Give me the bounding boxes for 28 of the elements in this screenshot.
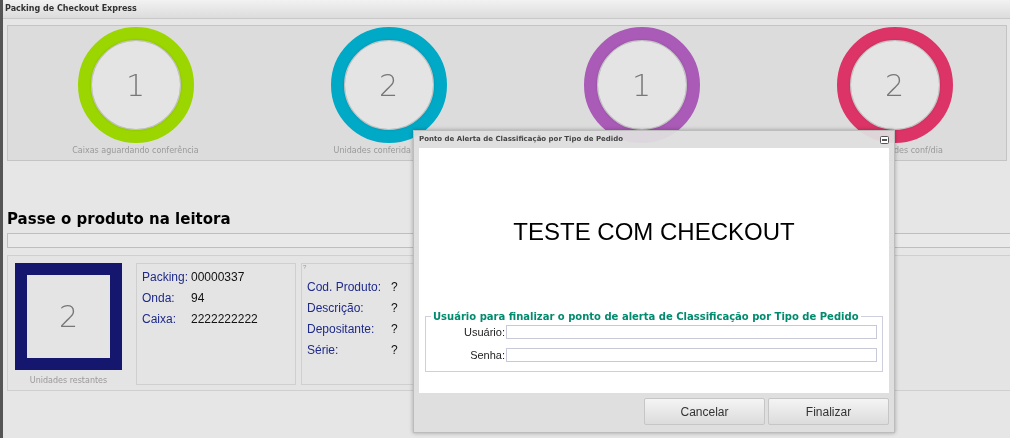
gauge-label: Caixas aguardando conferência	[72, 145, 199, 157]
info-label: Série:	[307, 342, 340, 359]
gauge-value: 2	[884, 66, 905, 105]
info-value: 2222222222	[191, 311, 258, 328]
info-value: ?	[391, 321, 398, 338]
field-label: Usuário:	[463, 325, 506, 340]
info-label: Onda:	[142, 290, 176, 307]
field-label: Senha:	[469, 347, 506, 363]
info-label: Packing:	[142, 269, 190, 286]
gauge-value: 1	[125, 66, 146, 105]
remaining-units-label: Unidades restantes	[29, 375, 108, 387]
info-value: ?	[391, 279, 398, 296]
info-value: 00000337	[191, 269, 245, 286]
window-title: Packing de Checkout Express	[5, 3, 137, 15]
scan-heading: Passe o produto na leitora	[7, 210, 231, 228]
info-label: Caixa:	[142, 311, 177, 328]
gauge-value: 2	[378, 66, 399, 105]
dialog-message: TESTE COM CHECKOUT	[513, 216, 795, 247]
info-value: 94	[191, 290, 205, 307]
fieldset-legend: Usuário para finalizar o ponto de alerta de Classificação por Tipo de Pedido	[431, 309, 861, 324]
info-value: ?	[391, 300, 398, 317]
gauge-label: Unidades conferida	[333, 145, 411, 157]
info-label: Cod. Produto:	[307, 279, 383, 296]
info-label: Depositante:	[307, 321, 376, 338]
gauge-value: 1	[631, 66, 652, 105]
remaining-units-value: 2	[58, 298, 79, 336]
info-label: Descrição:	[307, 300, 365, 317]
info-value: ?	[391, 342, 398, 359]
